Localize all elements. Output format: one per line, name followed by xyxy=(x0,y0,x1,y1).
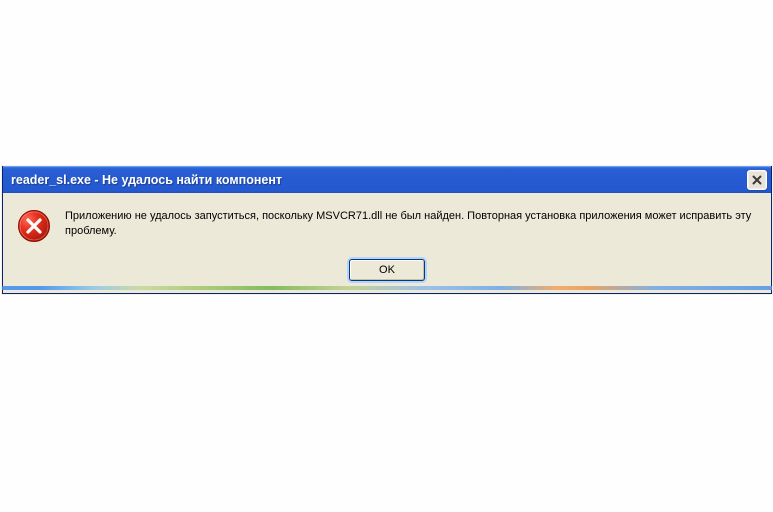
button-row: OK xyxy=(17,259,757,281)
close-button[interactable] xyxy=(747,170,767,190)
content-row: Приложению не удалось запуститься, поско… xyxy=(17,207,757,243)
dialog-message: Приложению не удалось запуститься, поско… xyxy=(65,207,757,239)
taskbar-sliver xyxy=(2,286,772,290)
dialog-title: reader_sl.exe - Не удалось найти компоне… xyxy=(11,173,747,187)
error-icon xyxy=(17,209,51,243)
error-dialog: reader_sl.exe - Не удалось найти компоне… xyxy=(2,166,772,294)
dialog-body: Приложению не удалось запуститься, поско… xyxy=(3,193,771,293)
close-icon xyxy=(752,175,762,185)
ok-button[interactable]: OK xyxy=(349,259,425,281)
titlebar[interactable]: reader_sl.exe - Не удалось найти компоне… xyxy=(3,166,771,193)
